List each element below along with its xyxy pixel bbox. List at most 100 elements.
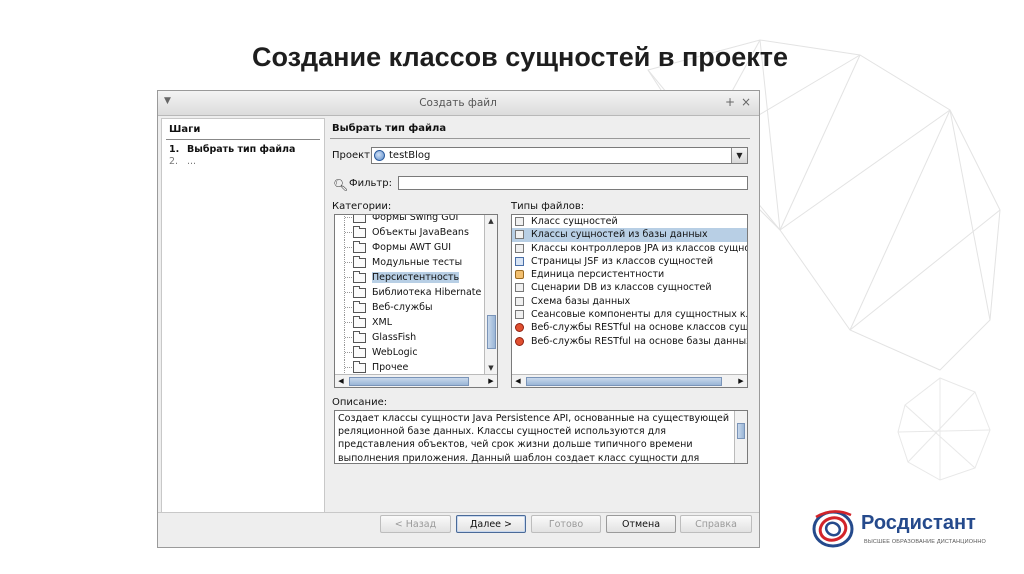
class-icon — [515, 310, 524, 320]
category-label: WebLogic — [372, 347, 418, 358]
rosdistant-logo: Росдистант ВЫСШЕЕ ОБРАЗОВАНИЕ ДИСТАНЦИОН… — [811, 505, 1003, 551]
project-select[interactable]: testBlog ▼ — [371, 147, 748, 164]
dialog-titlebar[interactable]: ▼ Создать файл + × — [158, 91, 759, 116]
tree-line — [344, 360, 352, 375]
panel-title: Выбрать тип файла — [332, 123, 447, 134]
scroll-left-icon[interactable]: ◀ — [512, 375, 524, 387]
next-button[interactable]: Далее > — [456, 515, 526, 533]
steps-list: 1. Выбрать тип файла 2.... — [169, 144, 295, 168]
category-label: Персистентность — [372, 272, 460, 283]
button-bar-divider — [158, 512, 759, 513]
file-types-label: Типы файлов: — [511, 201, 585, 212]
category-item[interactable]: Формы Swing GUI — [335, 215, 481, 225]
file-type-label: Единица персистентности — [531, 269, 665, 281]
scroll-up-icon[interactable]: ▲ — [485, 215, 497, 227]
back-button[interactable]: < Назад — [380, 515, 451, 533]
file-types-list[interactable]: Класс сущностей Классы сущностей из базы … — [511, 214, 748, 388]
folder-icon — [353, 241, 366, 253]
scroll-thumb[interactable] — [526, 377, 722, 386]
category-item[interactable]: Библиотека Hibernate — [335, 285, 481, 300]
categories-tree[interactable]: Формы Swing GUI Объекты JavaBeans Формы AW… — [334, 214, 498, 388]
description-text: Создает классы сущности Java Persistence… — [338, 413, 730, 464]
filter-input[interactable] — [398, 176, 748, 190]
file-type-item[interactable]: Единица персистентности — [512, 268, 747, 281]
pin-icon[interactable]: + — [725, 95, 735, 109]
scroll-right-icon[interactable]: ▶ — [735, 375, 747, 387]
description-label: Описание: — [332, 397, 388, 408]
jsf-icon — [515, 256, 524, 266]
category-item[interactable]: Персистентность — [335, 270, 481, 285]
tree-line — [344, 270, 352, 285]
categories-label: Категории: — [332, 201, 392, 212]
file-type-label: Сценарии DB из классов сущностей — [531, 282, 712, 294]
tree-line — [344, 240, 352, 255]
description-vertical-scrollbar[interactable] — [734, 411, 747, 463]
file-types-horizontal-scrollbar[interactable]: ◀ ▶ — [512, 374, 747, 387]
scroll-thumb[interactable] — [487, 315, 496, 349]
category-item[interactable]: WebLogic — [335, 345, 481, 360]
scroll-down-icon[interactable]: ▼ — [485, 362, 497, 374]
tree-line — [344, 315, 352, 330]
chevron-down-icon[interactable]: ▼ — [731, 148, 747, 163]
tree-line — [344, 300, 352, 315]
file-type-label: Класс сущностей — [531, 216, 618, 227]
logo-name: Росдистант — [861, 512, 976, 534]
categories-horizontal-scrollbar[interactable]: ◀ ▶ — [335, 374, 497, 387]
tree-line — [344, 255, 352, 270]
category-item[interactable]: Формы AWT GUI — [335, 240, 481, 255]
category-item[interactable]: Прочее — [335, 360, 481, 375]
folder-icon — [353, 301, 366, 313]
tree-line — [344, 225, 352, 240]
folder-icon — [353, 271, 366, 283]
category-label: Формы AWT GUI — [372, 242, 452, 253]
description-area[interactable]: Создает классы сущности Java Persistence… — [334, 410, 748, 464]
file-type-label: Схема базы данных — [531, 295, 631, 307]
rosdistant-logo-mark-icon — [812, 510, 854, 548]
category-item[interactable]: Модульные тесты — [335, 255, 481, 270]
file-type-label: Веб-службы RESTful на основе базы данных — [531, 335, 748, 347]
search-icon: 🔍︎ — [333, 178, 349, 192]
tree-line — [344, 345, 352, 360]
file-type-item[interactable]: Страницы JSF из классов сущностей — [512, 255, 747, 268]
category-item[interactable]: Веб-службы — [335, 300, 481, 315]
file-type-item[interactable]: Класс сущностей — [512, 215, 747, 228]
project-label: Проект: — [332, 150, 374, 161]
file-type-label: Классы сущностей из базы данных — [531, 229, 708, 241]
category-label: Объекты JavaBeans — [372, 227, 469, 238]
category-label: Модульные тесты — [372, 257, 463, 268]
persistence-unit-icon — [515, 270, 524, 280]
help-button[interactable]: Справка — [680, 515, 752, 533]
file-type-item[interactable]: Сеансовые компоненты для сущностных кл — [512, 308, 748, 321]
category-item[interactable]: XML — [335, 315, 481, 330]
tree-line — [344, 215, 352, 225]
file-type-item[interactable]: Классы контроллеров JPA из классов сущно — [512, 242, 747, 255]
scroll-left-icon[interactable]: ◀ — [335, 375, 347, 387]
steps-panel: Шаги 1. Выбрать тип файла 2.... — [161, 118, 325, 513]
file-type-item[interactable]: Веб-службы RESTful на основе классов сущ — [512, 321, 747, 334]
tree-line — [344, 330, 352, 345]
schema-icon — [515, 296, 524, 306]
category-label: XML — [372, 317, 392, 328]
cancel-button[interactable]: Отмена — [606, 515, 676, 533]
file-type-item[interactable]: Схема базы данных — [512, 295, 747, 308]
category-label: Прочее — [372, 362, 409, 373]
file-type-item[interactable]: Веб-службы RESTful на основе базы данных — [512, 335, 748, 348]
file-type-label: Страницы JSF из классов сущностей — [531, 255, 714, 267]
scroll-right-icon[interactable]: ▶ — [485, 375, 497, 387]
folder-icon — [353, 346, 366, 358]
category-item[interactable]: GlassFish — [335, 330, 481, 345]
file-type-label: Сеансовые компоненты для сущностных кл — [531, 309, 748, 321]
close-icon[interactable]: × — [741, 95, 751, 109]
folder-icon — [353, 361, 366, 373]
scroll-thumb[interactable] — [737, 423, 745, 439]
scroll-thumb[interactable] — [349, 377, 469, 386]
slide-title: Создание классов сущностей в проекте — [251, 42, 789, 72]
file-type-item[interactable]: Классы сущностей из базы данных — [512, 228, 747, 242]
category-label: GlassFish — [372, 332, 417, 343]
new-file-dialog: ▼ Создать файл + × Шаги 1. Выбрать тип фа… — [157, 90, 760, 548]
finish-button[interactable]: Готово — [531, 515, 601, 533]
categories-vertical-scrollbar[interactable]: ▲ ▼ — [484, 215, 497, 374]
rest-icon — [515, 336, 524, 346]
category-item[interactable]: Объекты JavaBeans — [335, 225, 481, 240]
file-type-item[interactable]: Сценарии DB из классов сущностей — [512, 281, 747, 294]
